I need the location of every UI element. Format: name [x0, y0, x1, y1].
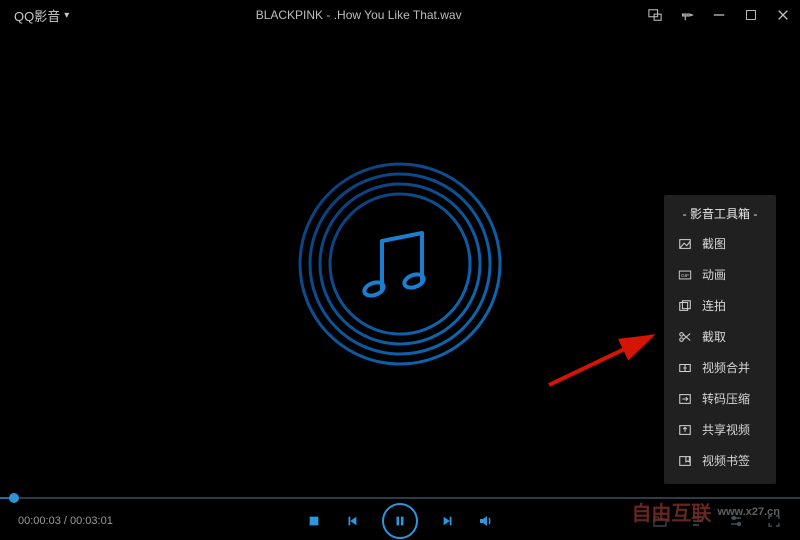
previous-button[interactable]	[344, 513, 360, 529]
play-pause-button[interactable]	[382, 503, 418, 539]
titlebar: QQ影音 ▾ BLACKPINK - .How You Like That.wa…	[0, 0, 800, 30]
fullscreen-button[interactable]	[766, 513, 782, 529]
toolbox-title: - 影音工具箱 -	[664, 205, 776, 228]
playback-controls	[306, 503, 494, 539]
tool-burst[interactable]: 连拍	[664, 290, 776, 321]
tool-share[interactable]: 共享视频	[664, 414, 776, 445]
file-title: BLACKPINK - .How You Like That.wav	[69, 8, 648, 22]
app-name-label: QQ影音	[14, 6, 60, 25]
tool-gif[interactable]: GIF 动画	[664, 259, 776, 290]
pin-icon[interactable]	[680, 8, 694, 22]
volume-button[interactable]	[478, 513, 494, 529]
bottom-bar: 00:00:03 / 00:03:01	[0, 498, 800, 540]
tool-label: 截取	[702, 328, 726, 345]
transcode-icon	[678, 392, 692, 406]
time-display: 00:00:03 / 00:03:01	[18, 515, 113, 527]
elapsed-time: 00:00:03	[18, 515, 61, 527]
total-duration: 00:03:01	[70, 515, 113, 527]
burst-icon	[678, 299, 692, 313]
tool-label: 转码压缩	[702, 390, 750, 407]
stop-button[interactable]	[306, 513, 322, 529]
app-title[interactable]: QQ影音 ▾	[14, 6, 69, 25]
tool-label: 视频合并	[702, 359, 750, 376]
tool-label: 共享视频	[702, 421, 750, 438]
right-controls	[652, 513, 782, 529]
tool-transcode[interactable]: 转码压缩	[664, 383, 776, 414]
open-file-button[interactable]	[652, 513, 668, 529]
tool-label: 截图	[702, 235, 726, 252]
progress-bar[interactable]	[0, 494, 800, 502]
bookmark-icon	[678, 454, 692, 468]
screenshot-icon	[678, 237, 692, 251]
tool-label: 视频书签	[702, 452, 750, 469]
media-toolbox-panel: - 影音工具箱 - 截图 GIF 动画 连拍 截取 视频合并 转码压缩 共享视频…	[664, 195, 776, 484]
tool-merge[interactable]: 视频合并	[664, 352, 776, 383]
tool-label: 连拍	[702, 297, 726, 314]
tool-bookmark[interactable]: 视频书签	[664, 445, 776, 476]
scissors-icon	[678, 330, 692, 344]
share-icon	[678, 423, 692, 437]
merge-icon	[678, 361, 692, 375]
minimize-icon[interactable]	[712, 8, 726, 22]
audio-visualization	[290, 154, 510, 374]
close-icon[interactable]	[776, 8, 790, 22]
tool-label: 动画	[702, 266, 726, 283]
svg-text:GIF: GIF	[681, 273, 689, 279]
controls-row: 00:00:03 / 00:03:01	[0, 502, 800, 540]
mini-player-icon[interactable]	[648, 8, 662, 22]
settings-button[interactable]	[728, 513, 744, 529]
gif-icon: GIF	[678, 268, 692, 282]
playlist-button[interactable]	[690, 513, 706, 529]
tool-screenshot[interactable]: 截图	[664, 228, 776, 259]
next-button[interactable]	[440, 513, 456, 529]
maximize-icon[interactable]	[744, 8, 758, 22]
tool-trim[interactable]: 截取	[664, 321, 776, 352]
window-controls	[648, 8, 794, 22]
progress-track	[0, 497, 800, 499]
